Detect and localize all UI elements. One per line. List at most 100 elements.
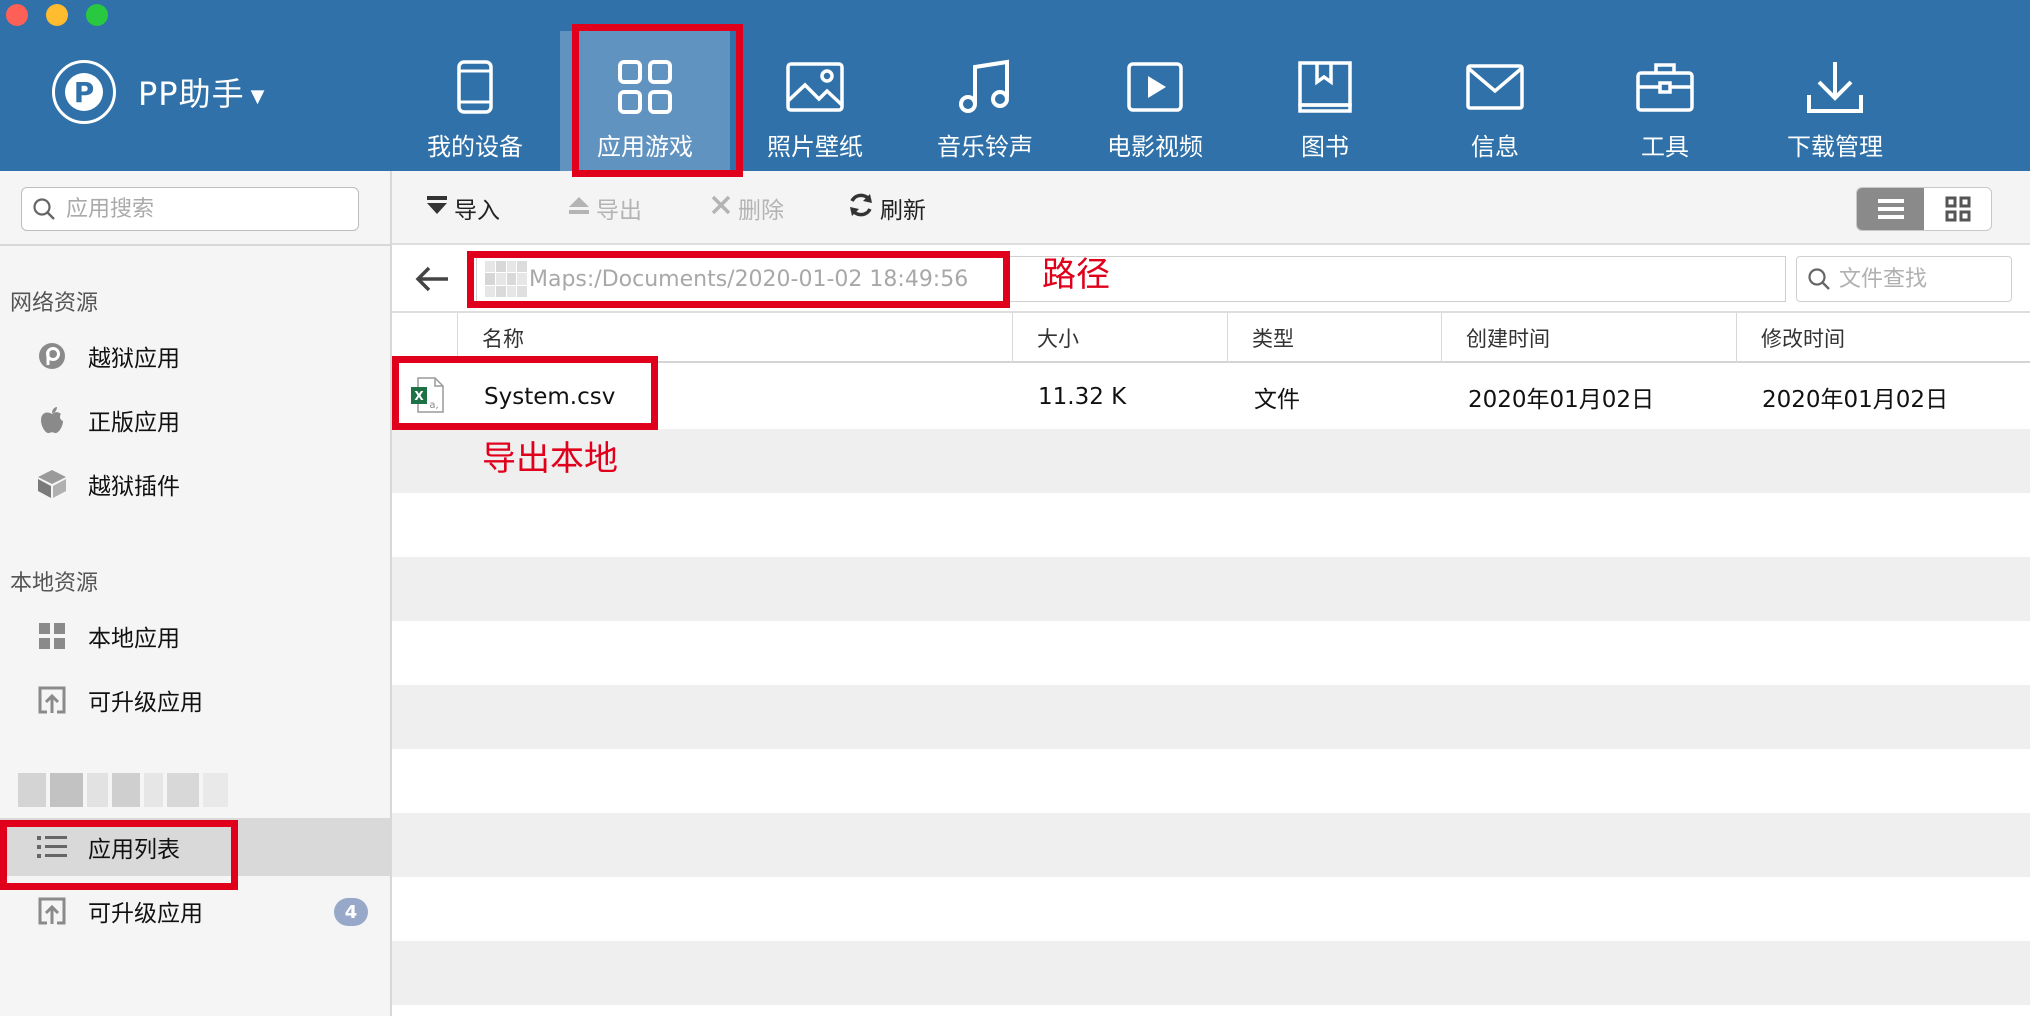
sidebar-item-app-list[interactable]: 应用列表 bbox=[0, 818, 390, 876]
grid-view-button[interactable] bbox=[1924, 188, 1991, 230]
list-icon bbox=[1877, 199, 1904, 219]
sidebar-item-official-apps[interactable]: 正版应用 bbox=[0, 391, 390, 449]
nav-movies[interactable]: 电影视频 bbox=[1070, 31, 1240, 171]
app-grid-icon bbox=[613, 55, 677, 119]
nav-label: 工具 bbox=[1641, 133, 1689, 161]
play-video-icon bbox=[1123, 55, 1187, 119]
empty-row bbox=[392, 557, 2030, 621]
envelope-icon bbox=[1463, 55, 1527, 119]
refresh-button[interactable]: 刷新 bbox=[848, 191, 926, 225]
nav-photos[interactable]: 照片壁纸 bbox=[730, 31, 900, 171]
book-icon bbox=[1293, 55, 1357, 119]
refresh-icon bbox=[848, 192, 874, 224]
close-icon bbox=[710, 194, 732, 222]
import-button[interactable]: 导入 bbox=[426, 191, 500, 225]
path-field[interactable]: Maps:/Documents/2020-01-02 18:49:56 bbox=[476, 256, 1786, 302]
nav-label: 音乐铃声 bbox=[937, 133, 1033, 161]
refresh-label: 刷新 bbox=[880, 198, 926, 224]
update-count-badge: 4 bbox=[334, 898, 368, 926]
app-search-input[interactable] bbox=[66, 196, 336, 222]
nav-label: 照片壁纸 bbox=[767, 133, 863, 161]
eject-icon bbox=[568, 194, 590, 222]
sidebar: 网络资源 越狱应用 正版应用 越狱插件 本地资源 本地应用 可升级应用 bbox=[0, 171, 392, 1016]
music-note-icon bbox=[953, 55, 1017, 119]
column-header-type[interactable]: 类型 bbox=[1227, 313, 1441, 363]
search-icon bbox=[1808, 268, 1830, 290]
delete-button[interactable]: 删除 bbox=[710, 191, 784, 225]
sidebar-item-upgradable-local[interactable]: 可升级应用 bbox=[0, 671, 390, 729]
plugin-cube-icon bbox=[36, 468, 68, 500]
table-header: 名称 大小 类型 创建时间 修改时间 bbox=[392, 313, 2030, 363]
svg-text:X: X bbox=[414, 389, 424, 403]
sidebar-item-label: 正版应用 bbox=[88, 410, 180, 436]
table-row[interactable]: X a, System.csv 11.32 K 文件 2020年01月02日 2… bbox=[392, 365, 2030, 429]
column-header-name[interactable]: 名称 bbox=[457, 313, 1005, 363]
sidebar-item-jailbreak-plugins[interactable]: 越狱插件 bbox=[0, 455, 390, 513]
empty-row bbox=[392, 749, 2030, 813]
svg-text:a,: a, bbox=[429, 400, 438, 411]
empty-row bbox=[392, 941, 2030, 1005]
delete-label: 删除 bbox=[738, 198, 784, 224]
window-minimize-button[interactable] bbox=[46, 4, 68, 26]
path-bar: Maps:/Documents/2020-01-02 18:49:56 bbox=[392, 245, 2030, 313]
sidebar-item-label: 可升级应用 bbox=[88, 690, 203, 716]
upgrade-icon bbox=[36, 684, 68, 716]
export-label: 导出 bbox=[596, 198, 642, 224]
sidebar-item-jailbreak-apps[interactable]: 越狱应用 bbox=[0, 327, 390, 385]
list-icon bbox=[36, 831, 68, 863]
sidebar-divider bbox=[0, 244, 390, 246]
column-header-created[interactable]: 创建时间 bbox=[1441, 313, 1736, 363]
device-name-redacted bbox=[18, 773, 228, 807]
nav-label: 我的设备 bbox=[427, 133, 523, 161]
nav-my-device[interactable]: 我的设备 bbox=[390, 31, 560, 171]
app-thumbnail-icon bbox=[485, 261, 527, 297]
file-toolbar: 导入 导出 删除 刷新 bbox=[392, 171, 2030, 245]
back-button[interactable] bbox=[412, 259, 452, 299]
nav-tools[interactable]: 工具 bbox=[1580, 31, 1750, 171]
back-arrow-icon bbox=[415, 266, 448, 292]
toolbox-icon bbox=[1633, 55, 1697, 119]
export-button[interactable]: 导出 bbox=[568, 191, 642, 225]
view-mode-toggle bbox=[1856, 187, 1992, 231]
import-icon bbox=[426, 194, 448, 222]
empty-row bbox=[392, 813, 2030, 877]
pp-logo-icon: P bbox=[52, 60, 116, 124]
file-table: 名称 大小 类型 创建时间 修改时间 X a, System.csv 11.32… bbox=[392, 313, 2030, 1016]
annotation-export-note: 导出本地 bbox=[482, 439, 618, 479]
pp-logo-icon bbox=[36, 340, 68, 372]
window-zoom-button[interactable] bbox=[86, 4, 108, 26]
sidebar-item-label: 越狱插件 bbox=[88, 474, 180, 500]
empty-row bbox=[392, 493, 2030, 557]
column-header-size[interactable]: 大小 bbox=[1012, 313, 1227, 363]
file-search-box[interactable] bbox=[1796, 256, 2012, 302]
caret-down-icon: ▼ bbox=[250, 85, 265, 107]
app-brand-menu[interactable]: P PP助手 ▼ bbox=[52, 60, 264, 124]
empty-row bbox=[392, 429, 2030, 493]
sidebar-item-label: 可升级应用 bbox=[88, 901, 203, 927]
annotation-path-note: 路径 bbox=[1042, 255, 1110, 295]
nav-apps-games[interactable]: 应用游戏 bbox=[560, 31, 730, 171]
upgrade-icon bbox=[36, 895, 68, 927]
nav-books[interactable]: 图书 bbox=[1240, 31, 1410, 171]
sidebar-item-upgradable-device[interactable]: 可升级应用 4 bbox=[0, 882, 390, 940]
sidebar-item-label: 本地应用 bbox=[88, 626, 180, 652]
empty-row bbox=[392, 1005, 2030, 1016]
nav-music[interactable]: 音乐铃声 bbox=[900, 31, 1070, 171]
column-header-modified[interactable]: 修改时间 bbox=[1736, 313, 2028, 363]
list-view-button[interactable] bbox=[1857, 188, 1924, 230]
nav-label: 应用游戏 bbox=[597, 133, 693, 161]
nav-downloads[interactable]: 下载管理 bbox=[1750, 31, 1920, 171]
top-header: P PP助手 ▼ 我的设备 应用游戏 照片壁纸 音乐铃声 电影视频 图书 信息 … bbox=[0, 0, 2030, 171]
app-search-box[interactable] bbox=[21, 187, 359, 231]
file-search-input[interactable] bbox=[1839, 266, 1999, 292]
sidebar-item-local-apps[interactable]: 本地应用 bbox=[0, 607, 390, 665]
nav-label: 信息 bbox=[1471, 133, 1519, 161]
photo-icon bbox=[783, 55, 847, 119]
apple-icon bbox=[36, 404, 68, 436]
current-path: Maps:/Documents/2020-01-02 18:49:56 bbox=[529, 266, 969, 292]
nav-messages[interactable]: 信息 bbox=[1410, 31, 1580, 171]
window-close-button[interactable] bbox=[6, 4, 28, 26]
file-type: 文件 bbox=[1254, 387, 1300, 413]
nav-label: 图书 bbox=[1301, 133, 1349, 161]
nav-label: 下载管理 bbox=[1787, 133, 1883, 161]
